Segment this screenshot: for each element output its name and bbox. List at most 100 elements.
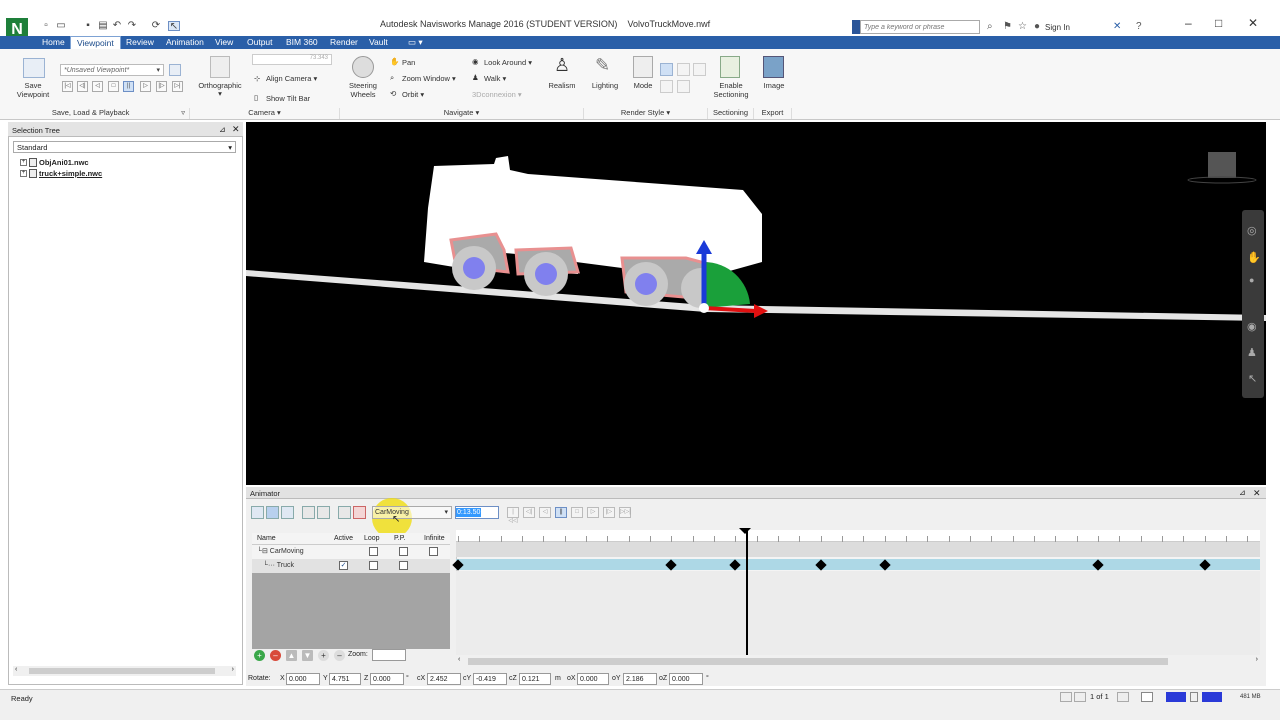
render-points-icon[interactable]	[693, 63, 706, 76]
transparency-animation-icon[interactable]	[317, 506, 330, 519]
zoom-window-button[interactable]: Zoom Window ▾	[402, 74, 456, 83]
center-z-input[interactable]: 0.121	[519, 673, 551, 685]
timeline-truck-track[interactable]	[456, 559, 1260, 570]
viewpoint-dropdown[interactable]: *Unsaved Viewpoint* ▾	[60, 64, 164, 76]
capture-keyframe-icon[interactable]	[338, 506, 351, 519]
search-input[interactable]	[860, 20, 980, 34]
show-tilt-bar-button[interactable]: Show Tilt Bar	[266, 94, 310, 103]
tab-extra-icon[interactable]: ▭ ▾	[402, 36, 429, 49]
realism-button[interactable]: Realism	[544, 81, 580, 90]
rotate-y-input[interactable]: 4.751	[329, 673, 361, 685]
tab-vault[interactable]: Vault	[363, 36, 394, 49]
walk-button[interactable]: Walk ▾	[484, 74, 506, 83]
render-surfaces-icon[interactable]	[660, 63, 673, 76]
translate-animation-icon[interactable]	[251, 506, 264, 519]
pp-checkbox[interactable]	[399, 547, 408, 556]
reverse-play-button[interactable]: ◁	[539, 507, 551, 518]
viewpoint-settings-icon[interactable]	[169, 64, 181, 76]
help-icon[interactable]: ?	[1136, 21, 1142, 32]
close-panel-icon[interactable]: ✕	[1253, 488, 1261, 499]
open-file-icon[interactable]: ▭	[55, 21, 67, 31]
search-icon[interactable]: ⌕	[987, 21, 993, 32]
stop-button[interactable]: □	[108, 81, 119, 92]
pin-icon[interactable]: ⊿	[219, 125, 226, 134]
select-nav-icon[interactable]: ↖	[1248, 372, 1257, 385]
tab-bim360[interactable]: BIM 360	[280, 36, 324, 49]
orient-z-input[interactable]: 0.000	[669, 673, 703, 685]
expand-icon[interactable]: +	[20, 170, 27, 177]
zoom-nav-icon[interactable]: ●	[1249, 275, 1254, 285]
tab-viewpoint[interactable]: Viewpoint	[70, 36, 121, 49]
image-button[interactable]: Image	[756, 81, 792, 90]
tab-render[interactable]: Render	[324, 36, 364, 49]
delete-scene-icon[interactable]: –	[270, 650, 281, 661]
expand-icon[interactable]: +	[20, 159, 27, 166]
stop-button[interactable]: □	[571, 507, 583, 518]
lighting-button[interactable]: Lighting	[588, 81, 622, 90]
orient-y-input[interactable]: 2.186	[623, 673, 657, 685]
align-camera-button[interactable]: Align Camera ▾	[266, 74, 317, 83]
tab-review[interactable]: Review	[120, 36, 160, 49]
selection-tree-dropdown[interactable]: Standard ▾	[13, 141, 236, 153]
render-text-icon[interactable]	[677, 80, 690, 93]
sign-in-button[interactable]: Sign In	[1045, 23, 1070, 32]
rotate-animation-icon[interactable]	[266, 506, 279, 519]
previous-sheet-icon[interactable]	[1060, 692, 1072, 702]
move-up-icon[interactable]: ▲	[286, 650, 297, 661]
loop-checkbox[interactable]	[369, 547, 378, 556]
look-around-button[interactable]: Look Around ▾	[484, 58, 532, 67]
minimize-button[interactable]: –	[1185, 16, 1192, 30]
pin-icon[interactable]: ⊿	[1239, 488, 1246, 497]
enable-sectioning-button[interactable]: Enable Sectioning	[708, 81, 754, 99]
3dconnexion-button[interactable]: 3Dconnexion ▾	[472, 90, 522, 99]
zoom-input[interactable]	[372, 649, 406, 661]
step-back-button[interactable]: ◁|	[523, 507, 535, 518]
last-sheet-icon[interactable]	[1117, 692, 1129, 702]
scene-row-truck[interactable]: └··· Truck	[263, 562, 294, 569]
save-icon[interactable]: ▪	[82, 21, 94, 31]
pause-button[interactable]: ||	[555, 507, 567, 518]
timeline-ruler[interactable]	[456, 530, 1260, 542]
tab-output[interactable]: Output	[241, 36, 279, 49]
render-snap-icon[interactable]	[660, 80, 673, 93]
active-checkbox[interactable]: ✓	[339, 561, 348, 570]
step-back-button[interactable]: ◁|	[77, 81, 88, 92]
walk-nav-icon[interactable]: ♟	[1247, 346, 1257, 359]
save-viewpoint-button[interactable]: Save Viewpoint	[8, 81, 58, 99]
tree-item-objani01[interactable]: ObjAni01.nwc	[39, 158, 89, 167]
move-down-icon[interactable]: ▼	[302, 650, 313, 661]
add-scene-icon[interactable]: +	[254, 650, 265, 661]
pan-nav-icon[interactable]: ✋	[1247, 251, 1261, 264]
steering-wheels-button[interactable]: Steering Wheels	[344, 81, 382, 99]
tab-animation[interactable]: Animation	[160, 36, 210, 49]
orthographic-dropdown-icon[interactable]: ▾	[214, 89, 226, 98]
pause-button[interactable]: ||	[123, 81, 134, 92]
steering-wheel-nav-icon[interactable]: ◎	[1247, 224, 1257, 237]
close-button[interactable]: ✕	[1248, 16, 1258, 30]
play-button[interactable]: ▷	[587, 507, 599, 518]
first-frame-button[interactable]: |◁	[62, 81, 73, 92]
center-y-input[interactable]: -0.419	[473, 673, 507, 685]
rotate-x-input[interactable]: 0.000	[286, 673, 320, 685]
pan-button[interactable]: Pan	[402, 58, 415, 67]
step-forward-button[interactable]: |▷	[603, 507, 615, 518]
scale-animation-icon[interactable]	[281, 506, 294, 519]
play-button[interactable]: ▷	[140, 81, 151, 92]
timeline-horizontal-scrollbar[interactable]: ‹ ›	[456, 656, 1260, 666]
tab-home[interactable]: Home	[36, 36, 71, 49]
undo-icon[interactable]: ↶	[111, 21, 123, 31]
zoom-out-icon[interactable]: –	[334, 650, 345, 661]
rewind-button[interactable]: |◁◁	[507, 507, 519, 524]
rotate-z-input[interactable]: 0.000	[370, 673, 404, 685]
orient-x-input[interactable]: 0.000	[577, 673, 609, 685]
timeline-playhead[interactable]	[746, 531, 748, 655]
sheet-browser-icon[interactable]	[1141, 692, 1153, 702]
pp-checkbox[interactable]	[399, 561, 408, 570]
select-icon[interactable]: ↖	[168, 21, 180, 32]
maximize-button[interactable]: □	[1215, 16, 1222, 30]
tree-horizontal-scrollbar[interactable]: ‹ ›	[13, 666, 236, 676]
center-x-input[interactable]: 2.452	[427, 673, 461, 685]
mode-button[interactable]: Mode	[628, 81, 658, 90]
reverse-play-button[interactable]: ◁	[92, 81, 103, 92]
fast-forward-button[interactable]: ▷▷|	[619, 507, 631, 518]
